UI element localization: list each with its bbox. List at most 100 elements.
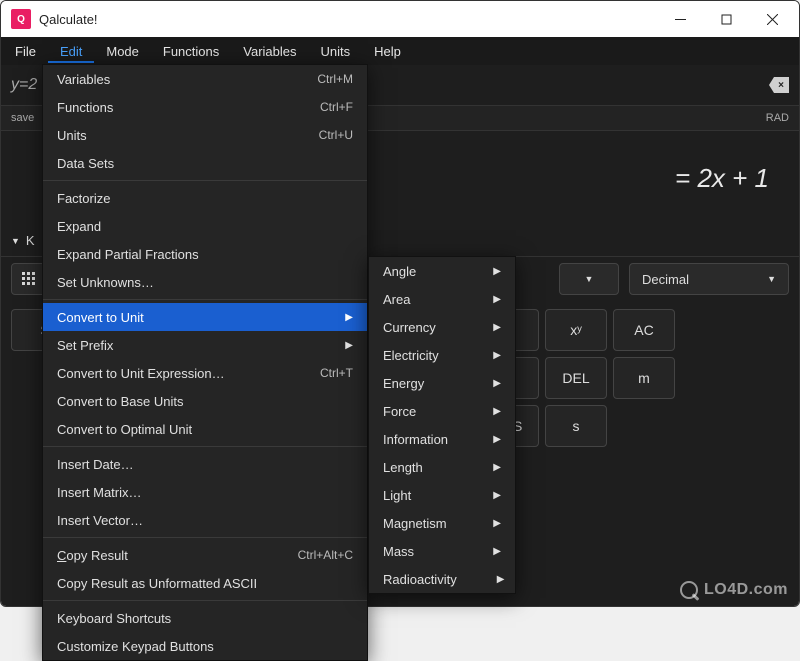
angle-mode-label[interactable]: RAD [766,112,789,124]
menu-item-factorize[interactable]: Factorize [43,184,367,212]
menu-item-keyboard-shortcuts[interactable]: Keyboard Shortcuts [43,604,367,632]
close-button[interactable] [749,3,795,35]
submenu-item-label: Radioactivity [383,572,457,587]
menu-separator [43,180,367,181]
keypad-tab-label: K [26,233,35,248]
menu-functions[interactable]: Functions [151,40,231,63]
menu-item-expand[interactable]: Expand [43,212,367,240]
menu-item-set-unknowns[interactable]: Set Unknowns… [43,268,367,296]
submenu-arrow-icon: ▶ [305,340,353,351]
submenu-item-angle[interactable]: Angle ▶ [369,257,515,285]
menu-item-label: Insert Matrix… [57,485,142,500]
key-left-3-0[interactable]: s [545,405,607,447]
menu-item-label: Set Unknowns… [57,275,154,290]
menu-item-label: Keyboard Shortcuts [57,611,171,626]
minimize-button[interactable] [657,3,703,35]
submenu-item-length[interactable]: Length▶ [369,453,515,481]
submenu-item-energy[interactable]: Energy▶ [369,369,515,397]
key-left-4-1 [545,453,607,495]
window-title: Qalculate! [39,12,657,27]
maximize-button[interactable] [703,3,749,35]
watermark-icon [680,581,698,599]
watermark-text: LO4D.com [704,581,788,599]
menu-separator [43,537,367,538]
submenu-item-currency[interactable]: Currency ▶ [369,313,515,341]
menu-item-convert-to-unit[interactable]: Convert to Unit▶ [43,303,367,331]
submenu-arrow-icon: ▶ [453,350,501,361]
chevron-down-icon: ▼ [11,236,20,246]
menu-item-insert-vector[interactable]: Insert Vector… [43,506,367,534]
toolbar-select-base-label: Decimal [642,272,689,287]
backspace-icon[interactable]: × [769,77,789,93]
key-left-4-2 [613,453,675,495]
menu-item-label: Customize Keypad Buttons [57,639,214,654]
menu-item-convert-to-optimal-unit[interactable]: Convert to Optimal Unit [43,415,367,443]
submenu-arrow-icon: ▶ [453,518,501,529]
menu-shortcut: Ctrl+F [280,100,353,114]
submenu-item-magnetism[interactable]: Magnetism ▶ [369,509,515,537]
menu-help[interactable]: Help [362,40,413,63]
menu-item-label: Variables [57,72,110,87]
menu-item-convert-to-base-units[interactable]: Convert to Base Units [43,387,367,415]
menu-mode[interactable]: Mode [94,40,151,63]
menu-item-variables[interactable]: Variables Ctrl+M [43,65,367,93]
submenu-item-label: Currency [383,320,436,335]
menu-item-label: Convert to Unit Expression… [57,366,225,381]
menu-variables[interactable]: Variables [231,40,308,63]
submenu-item-force[interactable]: Force ▶ [369,397,515,425]
menu-item-functions[interactable]: FunctionsCtrl+F [43,93,367,121]
menu-shortcut: Ctrl+M [277,72,353,86]
menu-item-customize-keypad-buttons[interactable]: Customize Keypad Buttons [43,632,367,660]
key-left-2-0[interactable]: m [613,357,675,399]
chevron-down-icon: ▼ [747,274,776,284]
menu-item-insert-date[interactable]: Insert Date… [43,450,367,478]
key-ac[interactable]: AC [613,309,675,351]
submenu-item-area[interactable]: Area▶ [369,285,515,313]
submenu-arrow-icon: ▶ [453,434,501,445]
menu-item-set-prefix[interactable]: Set Prefix ▶ [43,331,367,359]
submenu-item-electricity[interactable]: Electricity ▶ [369,341,515,369]
menu-item-label: Set Prefix [57,338,113,353]
toolbar-select-base[interactable]: Decimal ▼ [629,263,789,295]
key-DEL[interactable]: DEL [545,357,607,399]
menu-file[interactable]: File [3,40,48,63]
menu-edit[interactable]: Edit [48,40,94,63]
key-left-3-1 [613,405,675,447]
submenu-item-label: Energy [383,376,424,391]
save-label[interactable]: save [11,112,34,124]
expression-icon: y=2 [11,76,41,94]
menu-item-convert-to-unit-expression[interactable]: Convert to Unit Expression…Ctrl+T [43,359,367,387]
key-left-4-3 [681,453,743,495]
menu-item-label: Copy Result as Unformatted ASCII [57,576,257,591]
key-left-3-2 [681,405,743,447]
menu-item-label: Insert Vector… [57,513,143,528]
menu-item-label: Insert Date… [57,457,134,472]
submenu-item-information[interactable]: Information ▶ [369,425,515,453]
submenu-item-label: Magnetism [383,516,447,531]
submenu-item-light[interactable]: Light▶ [369,481,515,509]
menu-item-expand-partial-fractions[interactable]: Expand Partial Fractions [43,240,367,268]
key-x-[interactable]: xʸ [545,309,607,351]
submenu-item-radioactivity[interactable]: Radioactivity▶ [369,565,515,593]
menu-item-label: Convert to Base Units [57,394,183,409]
submenu-item-mass[interactable]: Mass▶ [369,537,515,565]
menu-item-copy-result-as-unformatted-ascii[interactable]: Copy Result as Unformatted ASCII [43,569,367,597]
submenu-arrow-icon: ▶ [453,322,501,333]
submenu-item-label: Information [383,432,448,447]
menu-item-label: Units [57,128,87,143]
window-controls [657,3,795,35]
submenu-arrow-icon: ▶ [453,406,501,417]
submenu-item-label: Mass [383,544,414,559]
submenu-arrow-icon: ▶ [453,266,501,277]
menu-item-units[interactable]: UnitsCtrl+U [43,121,367,149]
menu-item-insert-matrix[interactable]: Insert Matrix… [43,478,367,506]
submenu-item-label: Electricity [383,348,439,363]
submenu-item-label: Force [383,404,416,419]
menu-units[interactable]: Units [309,40,363,63]
menu-item-copy-result[interactable]: Copy ResultCtrl+Alt+C [43,541,367,569]
submenu-arrow-icon: ▶ [457,574,505,585]
submenu-item-label: Angle [383,264,416,279]
toolbar-select-3pre[interactable]: ▼ [559,263,619,295]
menu-item-data-sets[interactable]: Data Sets [43,149,367,177]
menu-separator [43,600,367,601]
